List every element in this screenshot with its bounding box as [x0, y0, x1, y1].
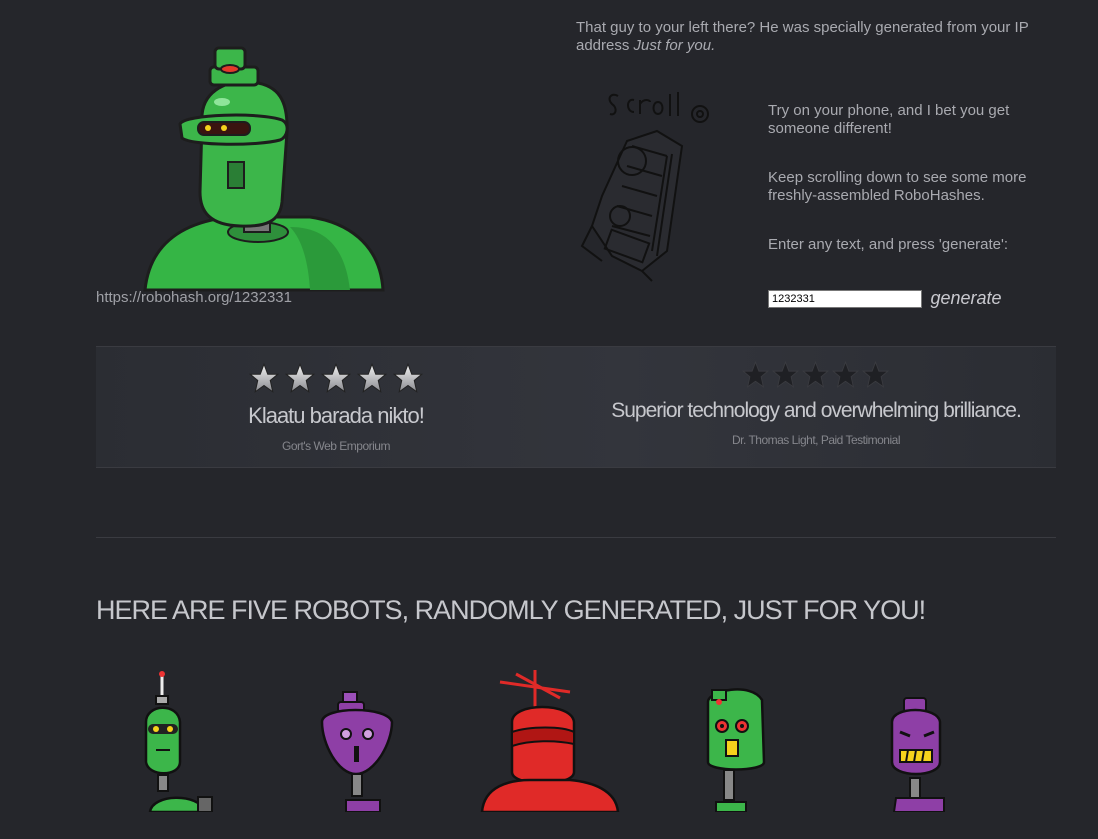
testimonial-author: Gort's Web Emporium — [282, 439, 390, 453]
rating-stars-right — [742, 361, 892, 388]
robot-4-image[interactable] — [702, 662, 768, 812]
robot-url[interactable]: https://robohash.org/1232331 — [96, 289, 292, 306]
robot-1-image[interactable] — [140, 662, 214, 812]
robot-text-input[interactable] — [768, 289, 922, 308]
enter-text: Enter any text, and press 'generate': — [768, 236, 1009, 253]
star-icon — [321, 363, 351, 393]
testimonial-author: Dr. Thomas Light, Paid Testimonial — [732, 433, 900, 447]
star-icon — [772, 361, 799, 388]
robot-5-image[interactable] — [886, 662, 948, 812]
testimonial-quote: Klaatu barada nikto! — [248, 403, 425, 428]
generate-form: generate — [768, 288, 1002, 309]
star-icon — [285, 363, 315, 393]
phone-text: Try on your phone, and I bet you get som… — [768, 102, 1010, 137]
robot-2-image[interactable] — [318, 662, 396, 812]
star-icon — [357, 363, 387, 393]
robot-3-image[interactable] — [480, 662, 620, 812]
star-icon — [393, 363, 423, 393]
intro-text: That guy to your left there? He was spec… — [576, 19, 1046, 55]
generate-button[interactable]: generate — [930, 288, 1001, 308]
five-robots-heading: HERE ARE FIVE ROBOTS, RANDOMLY GENERATED… — [96, 595, 926, 625]
testimonial-band: Klaatu barada nikto! Gort's Web Emporium… — [96, 346, 1056, 468]
section-divider — [96, 537, 1056, 538]
rating-stars-left — [249, 363, 429, 393]
intro-emphasis: Just for you. — [633, 37, 716, 54]
side-text: Try on your phone, and I bet you get som… — [768, 102, 1058, 285]
star-icon — [832, 361, 859, 388]
testimonial-quote: Superior technology and overwhelming bri… — [611, 399, 1022, 422]
hero-robot-image — [143, 46, 385, 292]
scroll-sketch-image — [580, 92, 709, 282]
star-icon — [742, 361, 769, 388]
star-icon — [862, 361, 889, 388]
star-icon — [249, 363, 279, 393]
star-icon — [802, 361, 829, 388]
keep-scrolling-text: Keep scrolling down to see some more fre… — [768, 169, 1027, 204]
